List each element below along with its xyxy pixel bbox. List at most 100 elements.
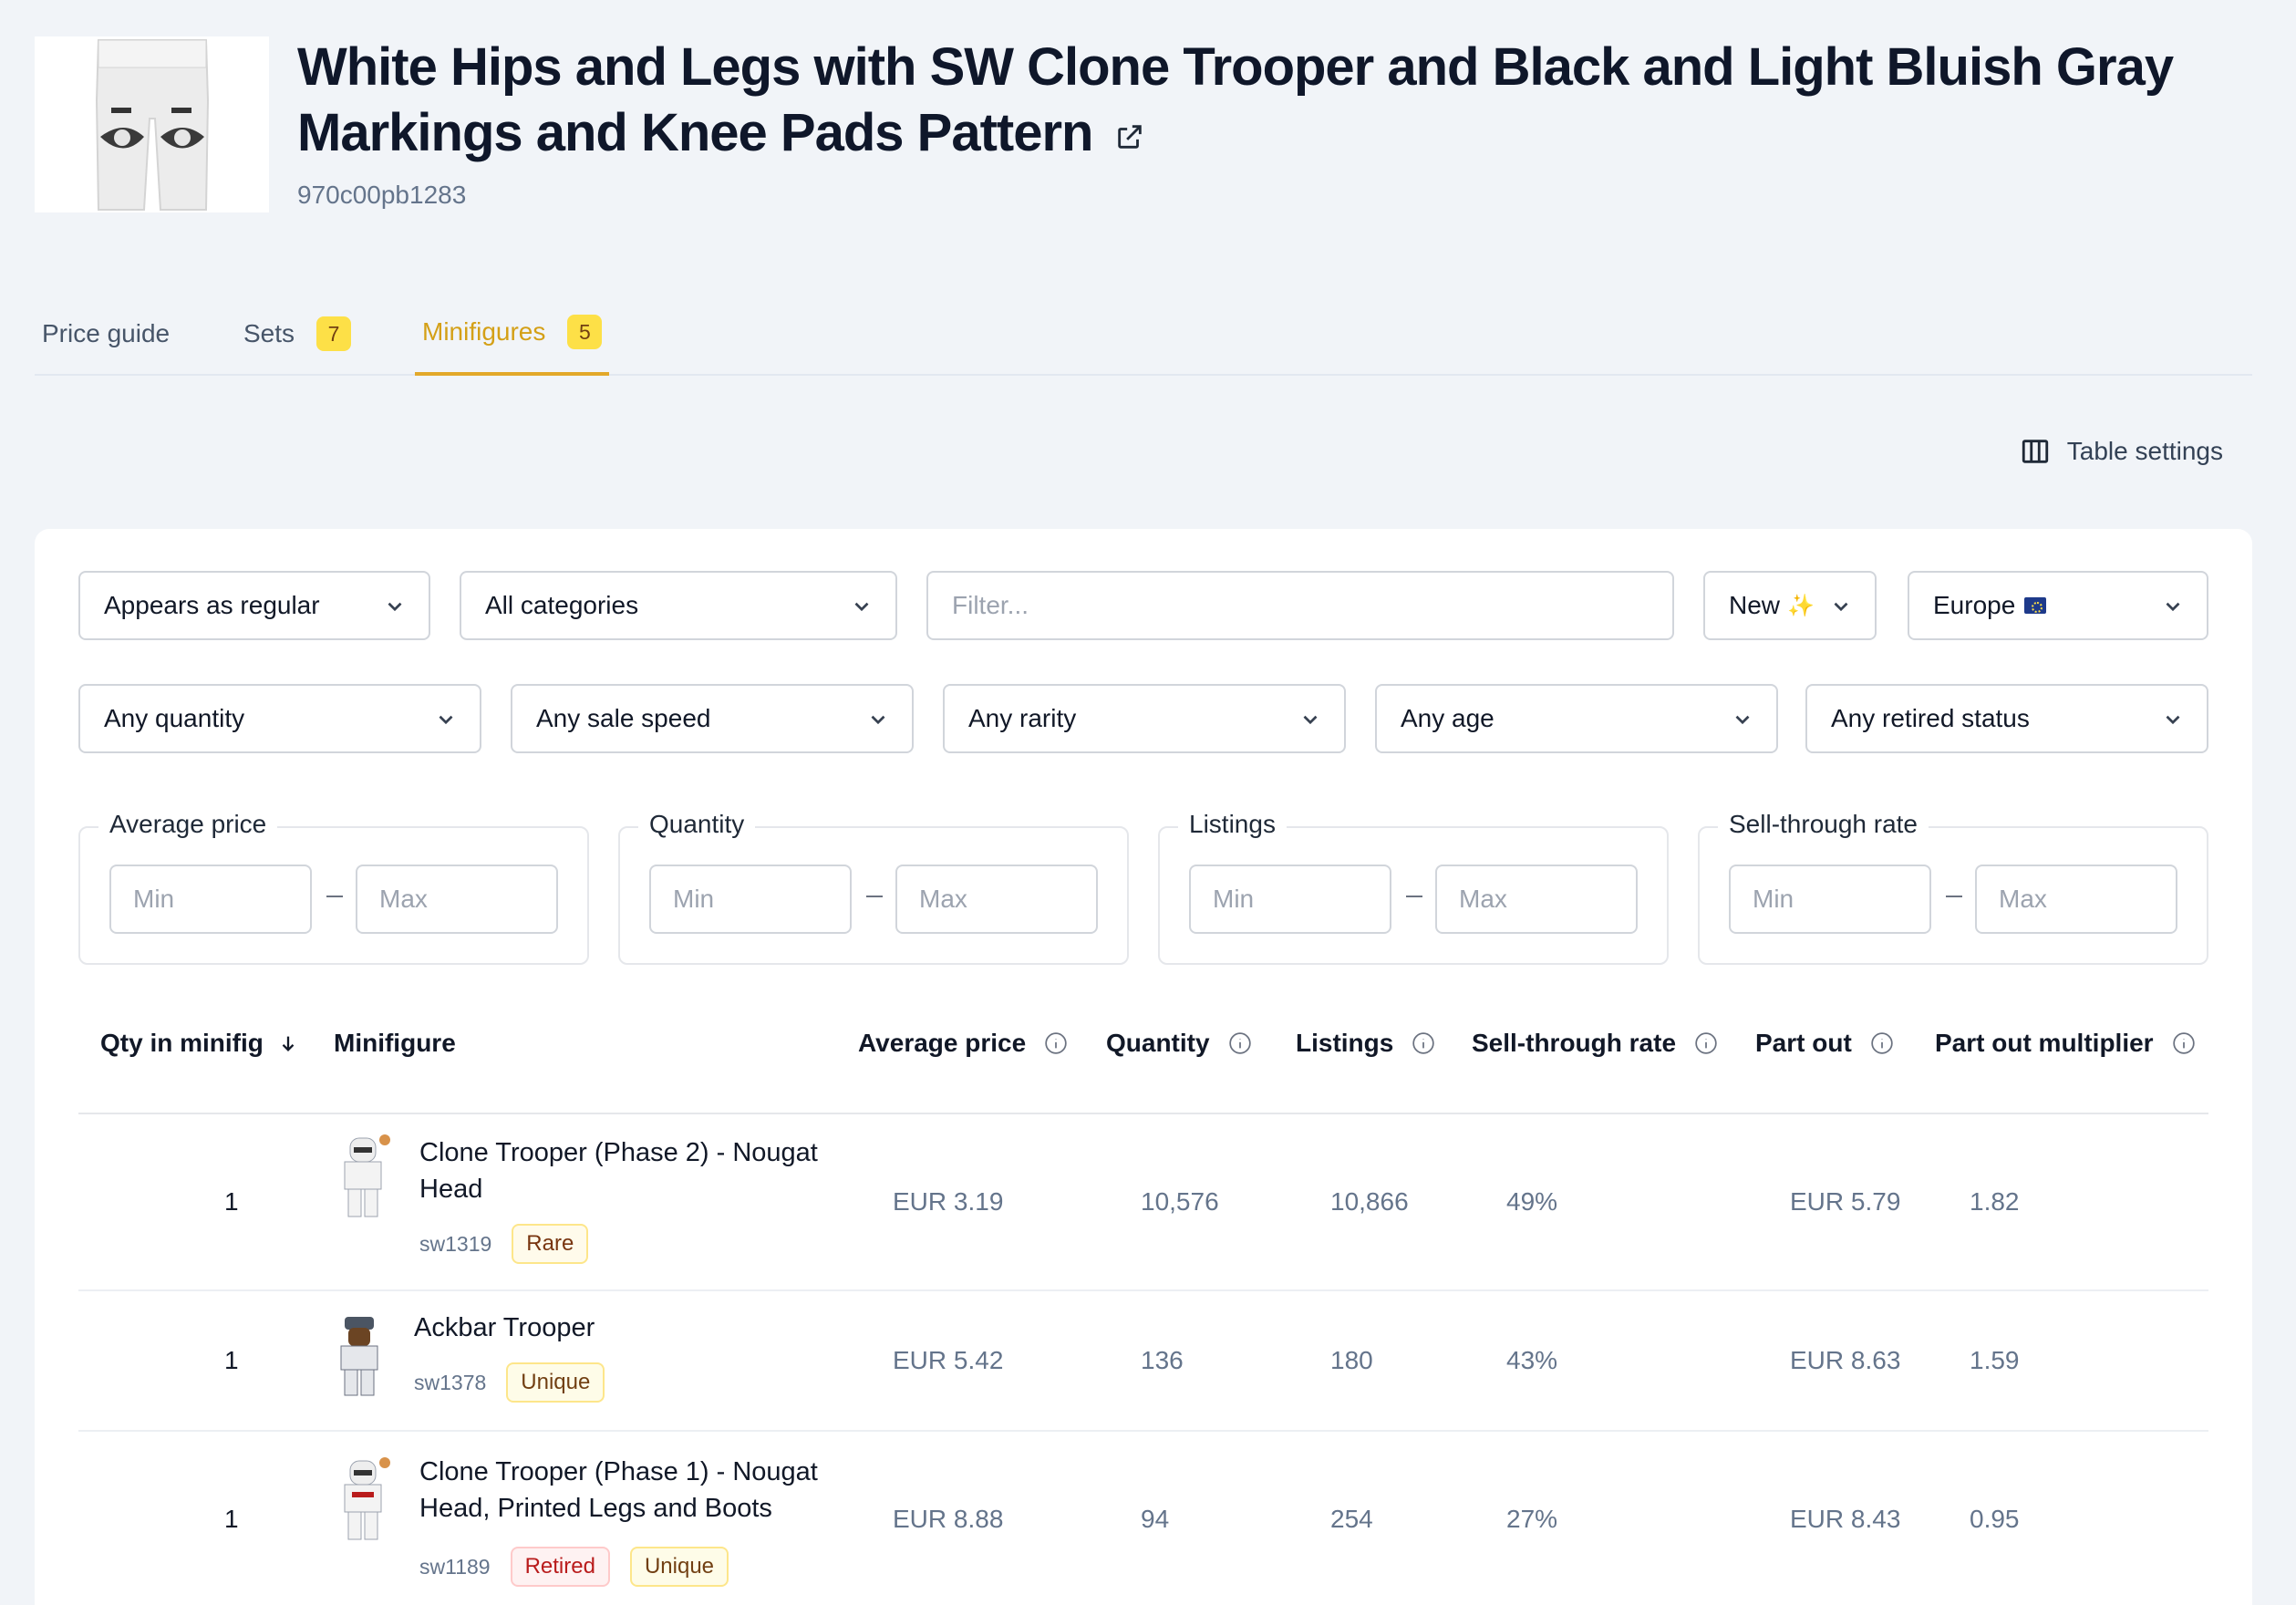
average-price-cell: EUR 8.88 <box>893 1505 1004 1533</box>
sell-through-cell: 43% <box>1506 1346 1558 1374</box>
table-row[interactable]: 1 Ackbar Trooper sw1378 Unique EUR 5.42 … <box>78 1291 2208 1432</box>
average-price-cell: EUR 3.19 <box>893 1187 1004 1216</box>
page-title-text: White Hips and Legs with SW Clone Troope… <box>297 37 2174 162</box>
retired-status-select[interactable]: Any retired status <box>1805 684 2208 753</box>
table-row[interactable]: 1 Clone Trooper (Phase 1) - Nougat Head,… <box>78 1432 2208 1605</box>
minifigure-name[interactable]: Clone Trooper (Phase 1) - Nougat Head, P… <box>419 1454 818 1527</box>
column-header-sell-through[interactable]: Sell-through rate <box>1472 1025 1718 1061</box>
tab-label: Price guide <box>42 319 171 347</box>
listings-cell: 10,866 <box>1330 1187 1409 1216</box>
eu-flag-icon <box>2024 597 2047 614</box>
part-out-cell: EUR 8.43 <box>1790 1505 1901 1533</box>
name-line: Clone Trooper (Phase 1) - Nougat <box>419 1457 818 1486</box>
table-settings-button[interactable]: Table settings <box>2020 432 2223 471</box>
column-label: Part out <box>1755 1029 1852 1057</box>
external-link-icon[interactable] <box>1114 121 1145 152</box>
quantity-select[interactable]: Any quantity <box>78 684 481 753</box>
name-line: Head, Printed Legs and Boots <box>419 1494 772 1523</box>
minifigure-meta: sw1319 Rare <box>419 1224 589 1264</box>
quantity-cell: 136 <box>1141 1346 1184 1374</box>
condition-select[interactable]: New ✨ <box>1703 571 1877 640</box>
info-icon[interactable] <box>1228 1031 1252 1055</box>
sale-speed-select[interactable]: Any sale speed <box>511 684 914 753</box>
sell-through-max-input[interactable]: Max <box>1975 865 2177 934</box>
sell-through-min-input[interactable]: Min <box>1729 865 1931 934</box>
qty-cell: 1 <box>224 1346 239 1374</box>
table-row[interactable]: 1 Clone Trooper (Phase 2) - Nougat Head … <box>78 1114 2208 1291</box>
count-badge: 7 <box>316 316 352 351</box>
select-value: Europe <box>1933 591 2016 619</box>
minifigure-id: sw1378 <box>414 1370 487 1394</box>
listings-range: Listings Min Max <box>1158 810 1669 965</box>
chevron-down-icon <box>2166 715 2180 725</box>
part-image <box>35 36 269 212</box>
column-header-minifigure[interactable]: Minifigure <box>334 1025 456 1061</box>
listings-cell: 254 <box>1330 1505 1373 1533</box>
minifigure-id: sw1319 <box>419 1231 492 1256</box>
sell-through-cell: 27% <box>1506 1505 1558 1533</box>
column-header-listings[interactable]: Listings <box>1296 1025 1435 1061</box>
tab-sets[interactable]: Sets 7 <box>243 292 352 376</box>
chevron-down-icon <box>1303 715 1318 725</box>
appearance-select[interactable]: Appears as regular <box>78 571 430 640</box>
minifigure-meta: sw1378 Unique <box>414 1362 605 1403</box>
column-header-part-out[interactable]: Part out <box>1755 1025 1894 1061</box>
select-value: Any sale speed <box>536 704 711 732</box>
multiplier-cell: 1.59 <box>1970 1346 2020 1374</box>
column-label: Quantity <box>1106 1029 1210 1057</box>
rarity-badge: Unique <box>629 1547 729 1587</box>
tab-label: Sets <box>243 319 295 347</box>
info-icon[interactable] <box>1870 1031 1894 1055</box>
average-price-max-input[interactable]: Max <box>356 865 558 934</box>
info-icon[interactable] <box>2172 1031 2196 1055</box>
chevron-down-icon <box>1834 602 1848 612</box>
sell-through-range: Sell-through rate Min Max <box>1698 810 2208 965</box>
minifigure-name[interactable]: Clone Trooper (Phase 2) - Nougat Head <box>419 1134 818 1207</box>
qty-cell: 1 <box>224 1187 239 1216</box>
range-label: Sell-through rate <box>1718 810 1929 839</box>
page-title: White Hips and Legs with SW Clone Troope… <box>297 35 2230 166</box>
minifigure-image[interactable] <box>330 1313 388 1401</box>
column-header-average-price[interactable]: Average price <box>858 1025 1068 1061</box>
listings-min-input[interactable]: Min <box>1189 865 1391 934</box>
column-header-part-out-multiplier[interactable]: Part out multiplier <box>1935 1025 2196 1061</box>
tab-price-guide[interactable]: Price guide <box>42 292 170 376</box>
average-price-min-input[interactable]: Min <box>109 865 312 934</box>
quantity-cell: 94 <box>1141 1505 1170 1533</box>
column-header-qty[interactable]: Qty in minifig <box>100 1025 298 1061</box>
minifigure-image[interactable] <box>334 1133 392 1220</box>
table-settings-label: Table settings <box>2066 437 2223 465</box>
info-icon[interactable] <box>1412 1031 1435 1055</box>
range-dash <box>326 896 343 897</box>
column-label: Qty in minifig <box>100 1029 264 1057</box>
max-placeholder: Max <box>919 885 967 913</box>
chevron-down-icon <box>2166 602 2180 612</box>
part-header: White Hips and Legs with SW Clone Troope… <box>35 35 2260 217</box>
multiplier-cell: 1.82 <box>1970 1187 2020 1216</box>
tab-label: Minifigures <box>422 317 546 346</box>
select-value: Any retired status <box>1831 704 2030 732</box>
multiplier-cell: 0.95 <box>1970 1505 2020 1533</box>
quantity-min-input[interactable]: Min <box>649 865 852 934</box>
info-icon[interactable] <box>1694 1031 1718 1055</box>
filter-input[interactable]: Filter... <box>926 571 1674 640</box>
rarity-select[interactable]: Any rarity <box>943 684 1346 753</box>
tab-minifigures[interactable]: Minifigures 5 <box>415 292 610 376</box>
quantity-max-input[interactable]: Max <box>895 865 1098 934</box>
minifigure-image[interactable] <box>334 1455 392 1543</box>
range-label: Quantity <box>638 810 756 839</box>
minifigure-name[interactable]: Ackbar Trooper <box>414 1310 595 1346</box>
part-out-cell: EUR 5.79 <box>1790 1187 1901 1216</box>
max-placeholder: Max <box>1999 885 2047 913</box>
listings-max-input[interactable]: Max <box>1435 865 1638 934</box>
select-value: Any age <box>1401 704 1494 732</box>
minifigure-id: sw1189 <box>419 1554 491 1579</box>
age-select[interactable]: Any age <box>1375 684 1778 753</box>
column-header-quantity[interactable]: Quantity <box>1106 1025 1252 1061</box>
info-icon[interactable] <box>1044 1031 1068 1055</box>
select-value: Any quantity <box>104 704 245 732</box>
select-value: New <box>1729 591 1781 619</box>
category-select[interactable]: All categories <box>460 571 897 640</box>
region-select[interactable]: Europe <box>1908 571 2208 640</box>
sparkles-icon: ✨ <box>1787 593 1815 618</box>
